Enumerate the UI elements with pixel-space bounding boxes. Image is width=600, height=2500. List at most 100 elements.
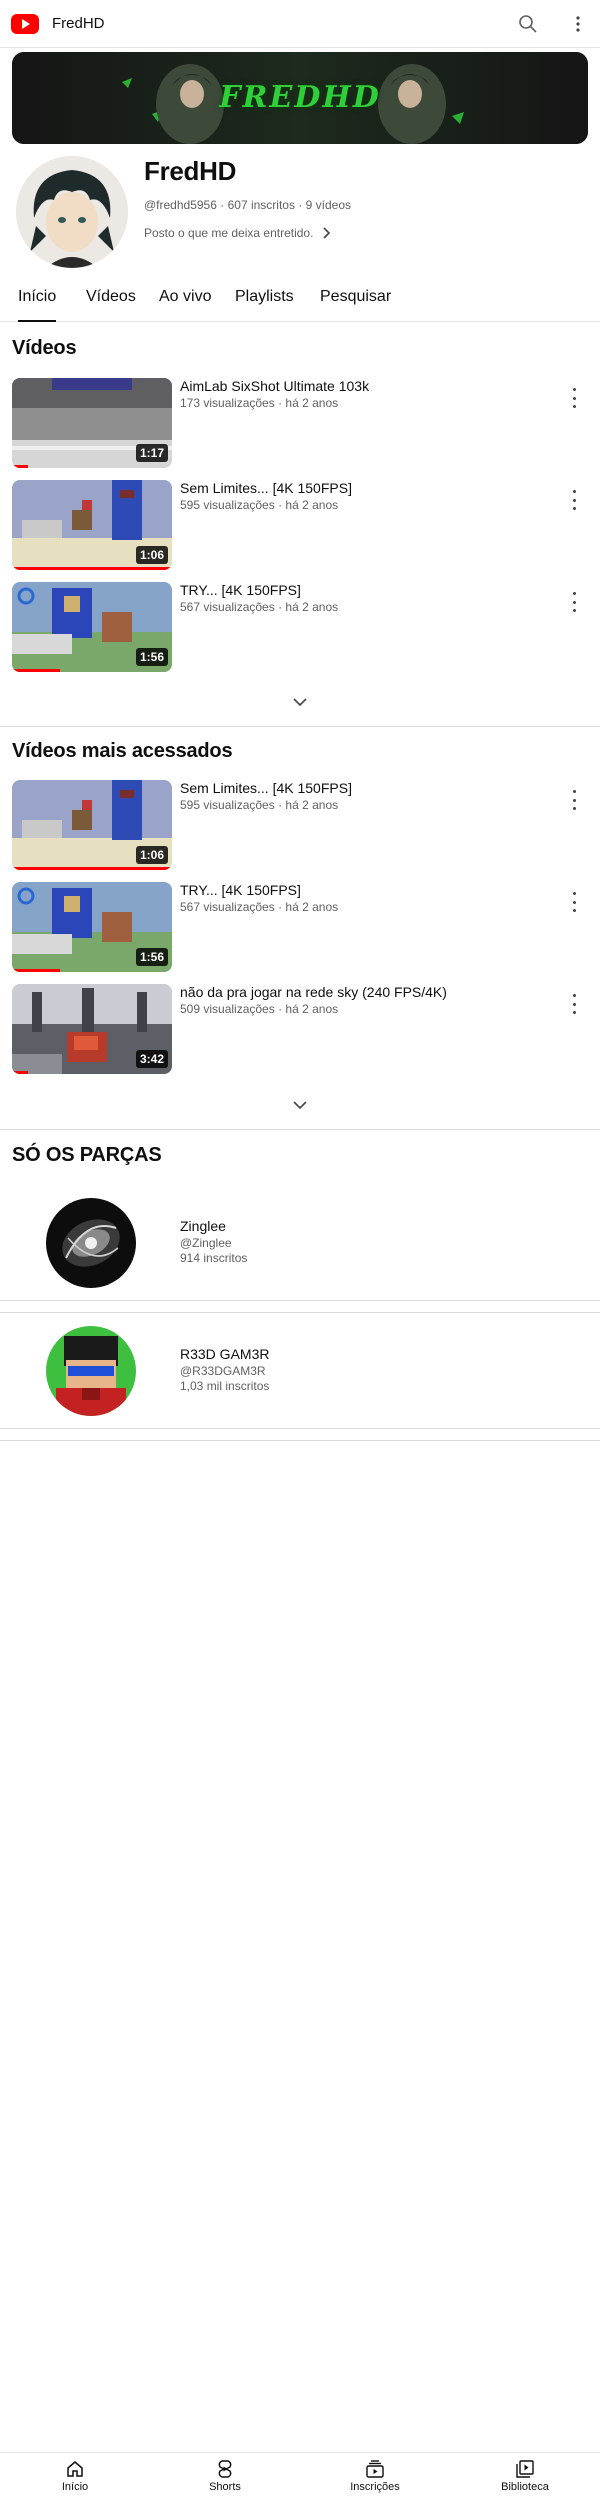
video-meta: 173 visualizações · há 2 anos — [180, 396, 338, 410]
videos-section-title: Vídeos — [12, 337, 77, 359]
video-age: há 2 anos — [285, 900, 339, 914]
tab-playlists[interactable]: Playlists — [235, 288, 294, 322]
video-duration: 1:06 — [135, 846, 168, 864]
banner-logo-text: FREDHD — [219, 80, 381, 115]
meta-separator: · — [278, 498, 283, 512]
video-duration: 1:56 — [135, 648, 168, 666]
subscriptions-icon — [366, 2460, 384, 2478]
nav-label: Shorts — [209, 2481, 241, 2493]
more-vert-icon[interactable] — [564, 10, 592, 38]
shorts-icon — [218, 2460, 232, 2478]
video-thumbnail[interactable]: 3:42 — [12, 984, 172, 1074]
video-item[interactable]: 1:56 TRY... [4K 150FPS] 567 visualizaçõe… — [0, 582, 600, 674]
header-channel-title: FredHD — [52, 15, 105, 32]
nav-library[interactable]: Biblioteca — [475, 2459, 575, 2499]
more-vert-icon[interactable] — [568, 994, 580, 1014]
video-thumbnail[interactable]: 1:06 — [12, 480, 172, 570]
featured-channel-handle: @Zinglee — [180, 1236, 232, 1250]
watch-progress-bar — [12, 969, 60, 972]
tab-pesquisar[interactable]: Pesquisar — [320, 288, 391, 322]
more-vert-icon[interactable] — [568, 592, 580, 612]
section-divider — [0, 1440, 600, 1441]
video-thumbnail[interactable]: 1:56 — [12, 582, 172, 672]
video-views: 567 visualizações — [180, 900, 275, 914]
video-views: 595 visualizações — [180, 798, 275, 812]
meta-separator: · — [278, 900, 283, 914]
video-meta: 595 visualizações · há 2 anos — [180, 798, 338, 812]
watch-progress-bar — [12, 669, 60, 672]
chevron-down-icon[interactable] — [288, 692, 312, 712]
channel-avatar[interactable] — [46, 1326, 136, 1416]
video-duration: 1:56 — [135, 948, 168, 966]
channel-description[interactable]: Posto o que me deixa entretido. — [144, 226, 331, 240]
section-divider — [0, 1428, 600, 1429]
chevron-right-icon — [323, 227, 331, 239]
watch-progress-bar — [12, 567, 172, 570]
video-views: 509 visualizações — [180, 1002, 275, 1016]
nav-home[interactable]: Início — [25, 2459, 125, 2499]
video-title[interactable]: Sem Limites... [4K 150FPS] — [180, 780, 540, 796]
video-duration: 1:17 — [135, 444, 168, 462]
video-age: há 2 anos — [285, 1002, 339, 1016]
tab-ao-vivo[interactable]: Ao vivo — [159, 288, 211, 322]
video-age: há 2 anos — [285, 396, 339, 410]
section-divider — [0, 726, 600, 727]
nav-label: Biblioteca — [501, 2481, 549, 2493]
channel-meta: @fredhd5956 · 607 inscritos · 9 vídeos — [144, 198, 351, 212]
more-vert-icon[interactable] — [568, 490, 580, 510]
nav-subscriptions[interactable]: Inscrições — [325, 2459, 425, 2499]
popular-section-title: Vídeos mais acessados — [12, 740, 233, 762]
video-title[interactable]: TRY... [4K 150FPS] — [180, 582, 540, 598]
featured-channel-subscribers: 914 inscritos — [180, 1251, 248, 1265]
featured-channel-subscribers: 1,03 mil inscritos — [180, 1379, 270, 1393]
channel-banner: FREDHD — [12, 52, 588, 144]
video-item[interactable]: 1:17 AimLab SixShot Ultimate 103k 173 vi… — [0, 378, 600, 470]
video-views: 173 visualizações — [180, 396, 275, 410]
video-thumbnail[interactable]: 1:06 — [12, 780, 172, 870]
video-title[interactable]: não da pra jogar na rede sky (240 FPS/4K… — [180, 984, 540, 1000]
meta-separator: · — [278, 798, 283, 812]
channel-name: FredHD — [144, 156, 237, 186]
meta-separator: · — [220, 198, 225, 212]
featured-channel-name: R33D GAM3R — [180, 1346, 270, 1362]
channel-avatar[interactable] — [16, 156, 128, 268]
more-vert-icon[interactable] — [568, 892, 580, 912]
video-count: 9 vídeos — [305, 198, 352, 212]
chevron-down-icon[interactable] — [288, 1095, 312, 1115]
video-title[interactable]: AimLab SixShot Ultimate 103k — [180, 378, 540, 394]
channel-avatar[interactable] — [46, 1198, 136, 1288]
video-duration: 3:42 — [135, 1050, 168, 1068]
youtube-logo-icon[interactable] — [11, 14, 39, 34]
video-duration: 1:06 — [135, 546, 168, 564]
tab-inicio[interactable]: Início — [18, 288, 57, 322]
video-thumbnail[interactable]: 1:56 — [12, 882, 172, 972]
meta-separator: · — [278, 1002, 283, 1016]
video-title[interactable]: Sem Limites... [4K 150FPS] — [180, 480, 540, 496]
featured-channel-card[interactable]: Zinglee @Zinglee 914 inscritos — [0, 1184, 600, 1300]
tab-videos[interactable]: Vídeos — [86, 288, 136, 322]
nav-shorts[interactable]: Shorts — [175, 2459, 275, 2499]
watch-progress-bar — [12, 1071, 28, 1074]
featured-section-title: SÓ OS PARÇAS — [12, 1144, 162, 1166]
video-item[interactable]: 3:42 não da pra jogar na rede sky (240 F… — [0, 984, 600, 1076]
top-app-bar: FredHD — [0, 0, 600, 48]
channel-description-text: Posto o que me deixa entretido. — [144, 226, 314, 240]
video-item[interactable]: 1:06 Sem Limites... [4K 150FPS] 595 visu… — [0, 480, 600, 572]
video-title[interactable]: TRY... [4K 150FPS] — [180, 882, 540, 898]
meta-separator: · — [278, 396, 283, 410]
search-icon[interactable] — [514, 10, 542, 38]
video-thumbnail[interactable]: 1:17 — [12, 378, 172, 468]
watch-progress-bar — [12, 867, 172, 870]
channel-tabs: Início Vídeos Ao vivo Playlists Pesquisa… — [0, 280, 600, 322]
featured-channel-name: Zinglee — [180, 1218, 226, 1234]
channel-handle: @fredhd5956 — [144, 198, 217, 212]
featured-channel-card[interactable]: R33D GAM3R @R33DGAM3R 1,03 mil inscritos — [0, 1312, 600, 1428]
more-vert-icon[interactable] — [568, 790, 580, 810]
more-vert-icon[interactable] — [568, 388, 580, 408]
video-age: há 2 anos — [285, 798, 339, 812]
video-age: há 2 anos — [285, 498, 339, 512]
bottom-navigation: Início Shorts Inscrições Biblioteca — [0, 2452, 600, 2500]
video-item[interactable]: 1:56 TRY... [4K 150FPS] 567 visualizaçõe… — [0, 882, 600, 974]
video-item[interactable]: 1:06 Sem Limites... [4K 150FPS] 595 visu… — [0, 780, 600, 872]
video-meta: 595 visualizações · há 2 anos — [180, 498, 338, 512]
